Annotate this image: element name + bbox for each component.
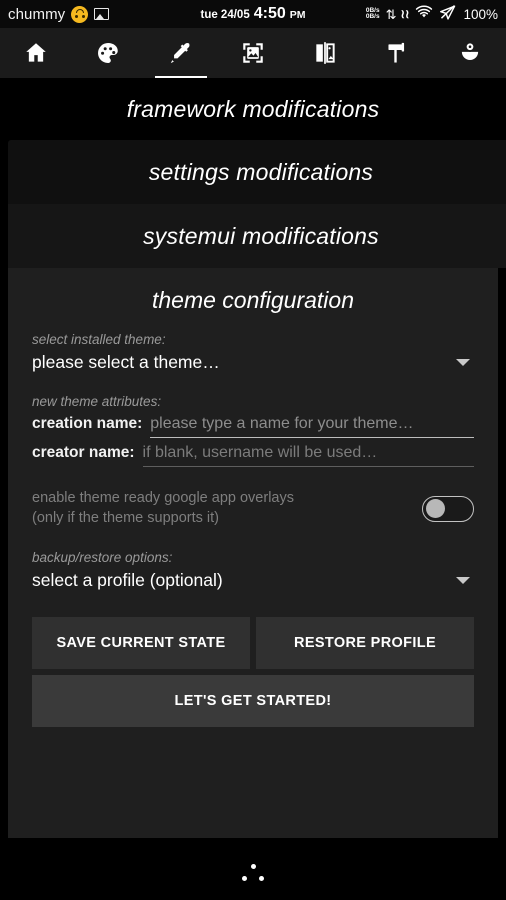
status-user-name: chummy [8,5,66,23]
location-off-icon [439,4,457,25]
select-theme-dropdown[interactable]: please select a theme… [32,349,474,377]
nav-dot-bottom-right [259,876,264,881]
chevron-down-icon [456,577,470,585]
palette-icon [98,43,119,63]
creation-name-label: creation name: [32,415,143,432]
restore-profile-button[interactable]: RESTORE PROFILE [256,617,474,670]
wifi-icon [415,5,433,24]
nav-dot-bottom-left [242,876,247,881]
profile-dropdown[interactable]: select a profile (optional) [32,567,474,595]
creator-name-label: creator name: [32,444,135,461]
lets-get-started-button[interactable]: LET'S GET STARTED! [32,675,474,728]
google-overlays-description: enable theme ready google app overlays (… [32,489,294,528]
section-settings-modifications[interactable]: settings modifications [8,140,506,204]
upside-down-face-emoji [71,5,89,23]
save-current-state-button[interactable]: SAVE CURRENT STATE [32,617,250,670]
flower-vase-icon [461,43,478,61]
backup-buttons-row: SAVE CURRENT STATE RESTORE PROFILE [32,617,474,670]
section-framework-label: framework modifications [126,95,380,122]
theme-configuration-title[interactable]: theme configuration [8,268,498,332]
creation-name-underline [150,415,474,438]
status-ampm: PM [289,9,306,21]
tab-colors[interactable] [72,28,144,78]
creation-name-input[interactable] [150,415,474,433]
profile-value: select a profile (optional) [32,570,223,591]
navigation-bar [0,848,506,900]
toggle-knob [425,498,445,518]
section-systemui-modifications[interactable]: systemui modifications [8,204,506,268]
tab-compare[interactable] [289,28,361,78]
backup-restore-label: backup/restore options: [32,550,173,566]
google-overlays-toggle[interactable] [422,495,474,522]
scroll-content: framework modifications settings modific… [0,78,506,900]
network-speed-indicator: 0B/s 0B/s [365,7,380,21]
net-speed-up: 0B/s [365,13,380,20]
tab-wallpapers[interactable] [217,28,289,78]
tab-themes[interactable] [145,28,217,78]
eyedropper-icon [170,42,190,64]
paint-roller-icon [388,42,404,63]
tab-paint[interactable] [361,28,433,78]
creator-name-row: creator name: [32,444,474,467]
creator-name-underline [142,444,474,467]
nav-dot-top [250,864,256,869]
signal-wave-icon: ≀≀ [400,7,410,21]
status-time: 4:50 [253,5,286,22]
main-toolbar [0,28,506,78]
up-down-arrows-icon: ⇅ [385,6,397,22]
image-frame-icon [243,43,263,63]
tab-home[interactable] [0,28,72,78]
creator-name-input[interactable] [142,444,474,462]
battery-percent: 100% [463,6,498,22]
theme-configuration-label: theme configuration [151,286,354,313]
status-bar: chummy tue 24/05 4:50 PM 0B/s 0B/s ⇅ ≀≀ [0,0,506,28]
status-bar-clock: tue 24/05 4:50 PM [200,5,305,23]
google-overlays-row: enable theme ready google app overlays (… [32,489,474,528]
status-date: tue 24/05 [200,9,250,21]
creation-name-row: creation name: [32,415,474,438]
three-dots-nav-icon[interactable] [240,864,266,884]
section-framework-modifications[interactable]: framework modifications [0,78,506,140]
section-settings-label: settings modifications [148,158,374,185]
split-compare-icon [316,42,335,64]
home-icon [26,43,46,62]
chevron-down-icon [456,359,470,366]
image-icon [94,8,110,20]
select-theme-value: please select a theme… [32,352,220,372]
tab-flower[interactable] [434,28,506,78]
status-bar-right: 0B/s 0B/s ⇅ ≀≀ 100% [366,4,498,25]
google-overlays-line2: (only if the theme supports it) [32,509,219,526]
section-systemui-label: systemui modifications [143,222,379,249]
new-attributes-label: new theme attributes: [32,394,162,409]
select-theme-label: select installed theme: [32,332,166,347]
google-overlays-line1: enable theme ready google app overlays [32,490,294,506]
theme-configuration-body: select installed theme: please select a … [8,332,498,728]
status-bar-left: chummy [8,5,110,23]
section-theme-configuration: theme configuration select installed the… [8,268,498,838]
